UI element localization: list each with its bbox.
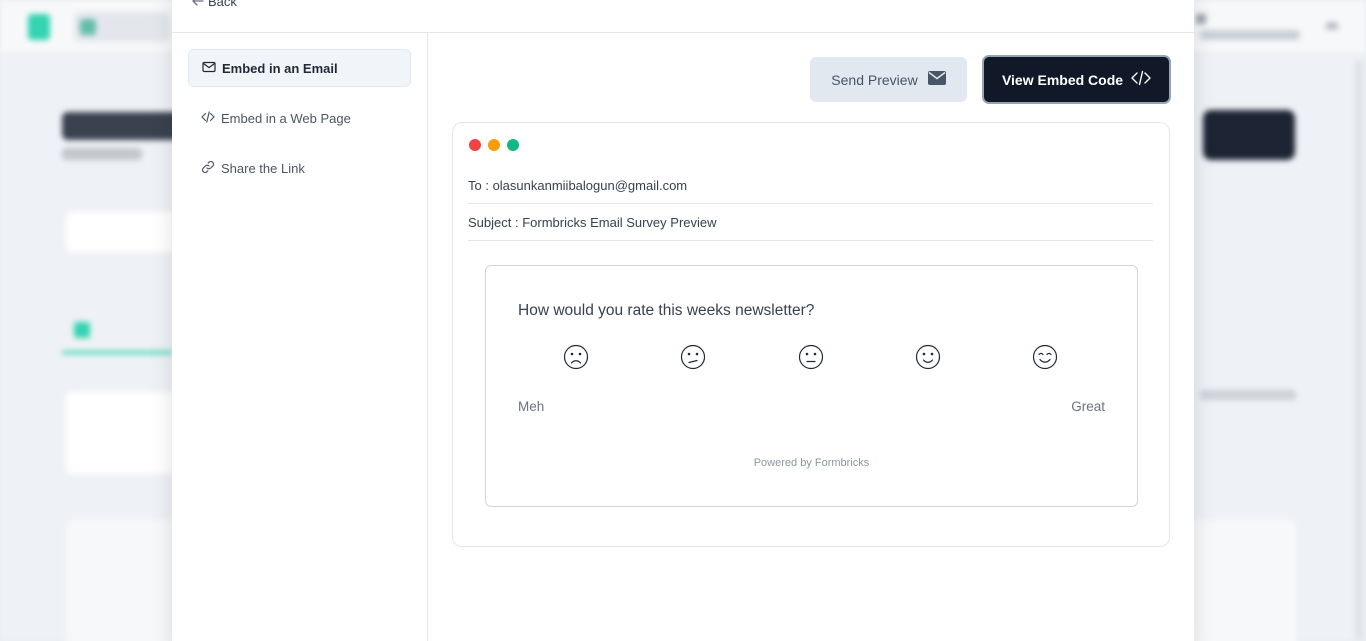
background-user-icon xyxy=(1196,14,1206,24)
arrow-left-icon xyxy=(192,0,204,9)
background-stat-card xyxy=(66,392,176,474)
window-controls xyxy=(469,139,519,151)
background-breadcrumb-icon xyxy=(80,19,96,35)
background-right-text xyxy=(1200,390,1296,400)
envelope-icon xyxy=(927,71,946,88)
sidebar-item-share-link[interactable]: Share the Link xyxy=(188,149,411,187)
mail-icon xyxy=(202,60,216,77)
back-button[interactable]: Back xyxy=(192,0,237,9)
neutral-face-icon[interactable] xyxy=(798,344,824,370)
window-dot-yellow xyxy=(488,139,500,151)
frown-face-icon[interactable] xyxy=(563,344,589,370)
survey-question: How would you rate this weeks newsletter… xyxy=(518,302,815,319)
brand-logo xyxy=(28,14,50,40)
background-chevron-icon xyxy=(1326,22,1338,30)
embed-email-panel: Send Preview View Embed Code To : olasun… xyxy=(428,33,1194,641)
background-page-subtitle xyxy=(62,148,142,160)
send-preview-label: Send Preview xyxy=(831,71,918,88)
code-icon xyxy=(1131,70,1151,89)
confused-face-icon[interactable] xyxy=(680,344,706,370)
email-subject-field: Subject : Formbricks Email Survey Previe… xyxy=(468,204,1153,241)
modal-header: Back xyxy=(172,0,1194,33)
rating-upper-label: Great xyxy=(1071,399,1105,414)
powered-by-link[interactable]: Powered by Formbricks xyxy=(486,457,1137,469)
rating-lower-label: Meh xyxy=(518,399,545,414)
background-scrollbar xyxy=(1355,60,1363,640)
email-to-field: To : olasunkanmiibalogun@gmail.com xyxy=(468,167,1153,204)
view-embed-code-label: View Embed Code xyxy=(1001,71,1124,88)
send-preview-button[interactable]: Send Preview xyxy=(810,57,967,102)
share-modal: Back Embed in an Email Embed in a Web Pa… xyxy=(172,0,1194,641)
code-icon xyxy=(201,110,215,127)
link-icon xyxy=(201,160,215,177)
happy-face-icon[interactable] xyxy=(1032,344,1058,370)
email-preview-card: To : olasunkanmiibalogun@gmail.com Subje… xyxy=(452,122,1170,547)
back-label: Back xyxy=(208,0,237,9)
sidebar-item-label: Embed in a Web Page xyxy=(221,110,351,126)
background-filter-card xyxy=(66,212,176,252)
background-action-button xyxy=(1203,110,1295,160)
background-tab-icon xyxy=(74,322,90,338)
sidebar-item-embed-email[interactable]: Embed in an Email xyxy=(188,49,411,87)
window-dot-green xyxy=(507,139,519,151)
share-sidebar: Embed in an Email Embed in a Web Page Sh… xyxy=(172,33,428,641)
sidebar-item-embed-web-page[interactable]: Embed in a Web Page xyxy=(188,99,411,137)
slight-smile-face-icon[interactable] xyxy=(915,344,941,370)
background-page-title xyxy=(62,112,182,140)
background-user-text xyxy=(1200,30,1300,40)
sidebar-item-label: Share the Link xyxy=(221,160,305,176)
sidebar-item-label: Embed in an Email xyxy=(222,60,338,76)
view-embed-code-button[interactable]: View Embed Code xyxy=(982,55,1171,104)
survey-preview: How would you rate this weeks newsletter… xyxy=(485,265,1138,507)
window-dot-red xyxy=(469,139,481,151)
